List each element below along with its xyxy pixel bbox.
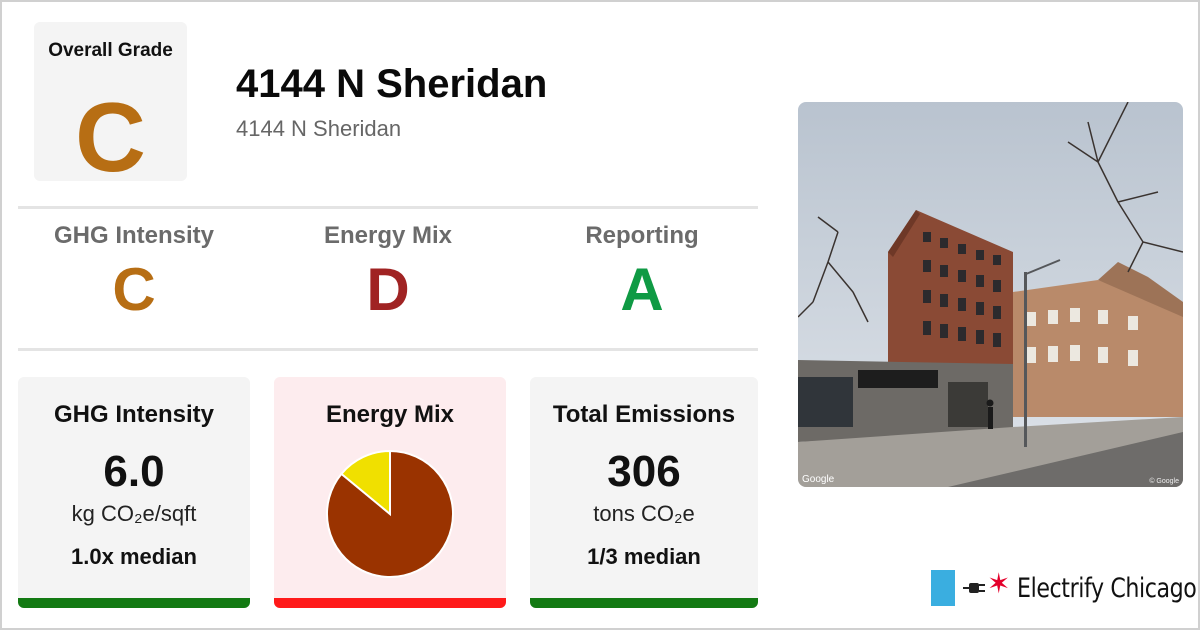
subgrade-ghg-intensity: GHG Intensity C (18, 222, 250, 320)
building-street-view-photo: Google © Google (798, 102, 1183, 487)
ghg-intensity-value: 6.0 (103, 447, 165, 496)
building-title: 4144 N Sheridan (236, 62, 548, 106)
subgrade-letter: C (112, 256, 156, 323)
status-bar (530, 598, 758, 608)
overall-grade-box: Overall Grade C (34, 22, 187, 186)
total-emissions-median: 1/3 median (587, 544, 701, 569)
electrify-chicago-logo[interactable]: ✶ Electrify Chicago (931, 568, 1197, 606)
card-title: Energy Mix (325, 401, 455, 428)
subgrade-energy-mix: Energy Mix D (272, 222, 504, 320)
divider-top (18, 206, 758, 209)
photo-copyright: © Google (1149, 478, 1179, 485)
status-bar (274, 598, 506, 608)
subgrade-label: GHG Intensity (53, 222, 215, 249)
card-title: Total Emissions (552, 401, 736, 428)
ghg-intensity-card: GHG Intensity 6.0 kg CO₂e/sqft 1.0x medi… (18, 377, 250, 608)
chicago-star-icon: ✶ (987, 568, 1011, 599)
plug-icon (963, 583, 985, 593)
building-address: 4144 N Sheridan (236, 116, 402, 141)
flag-stripe-icon (931, 570, 955, 606)
subgrade-letter: A (620, 256, 664, 323)
status-bar (18, 598, 250, 608)
total-emissions-card: Total Emissions 306 tons CO₂e 1/3 median (530, 377, 758, 608)
subgrade-label: Energy Mix (323, 222, 453, 249)
photo-credit: Google (802, 474, 835, 485)
divider-middle (18, 348, 758, 351)
total-emissions-unit: tons CO₂e (593, 501, 695, 526)
subgrade-letter: D (366, 256, 410, 323)
ghg-intensity-unit: kg CO₂e/sqft (71, 501, 197, 526)
total-emissions-value: 306 (607, 447, 681, 496)
subgrade-reporting: Reporting A (526, 222, 758, 320)
ghg-intensity-median: 1.0x median (71, 544, 197, 569)
building-photo-illustration (798, 102, 1183, 487)
brand-name: Electrify Chicago (1017, 573, 1197, 604)
subgrade-row: GHG Intensity C Energy Mix D Reporting A (18, 222, 758, 332)
card-title: GHG Intensity (53, 401, 215, 428)
energy-mix-card: Energy Mix (274, 377, 506, 608)
overall-grade-letter: C (75, 82, 146, 192)
overall-grade-label: Overall Grade (48, 40, 173, 61)
subgrade-label: Reporting (585, 222, 699, 249)
energy-mix-pie-chart (326, 449, 454, 578)
